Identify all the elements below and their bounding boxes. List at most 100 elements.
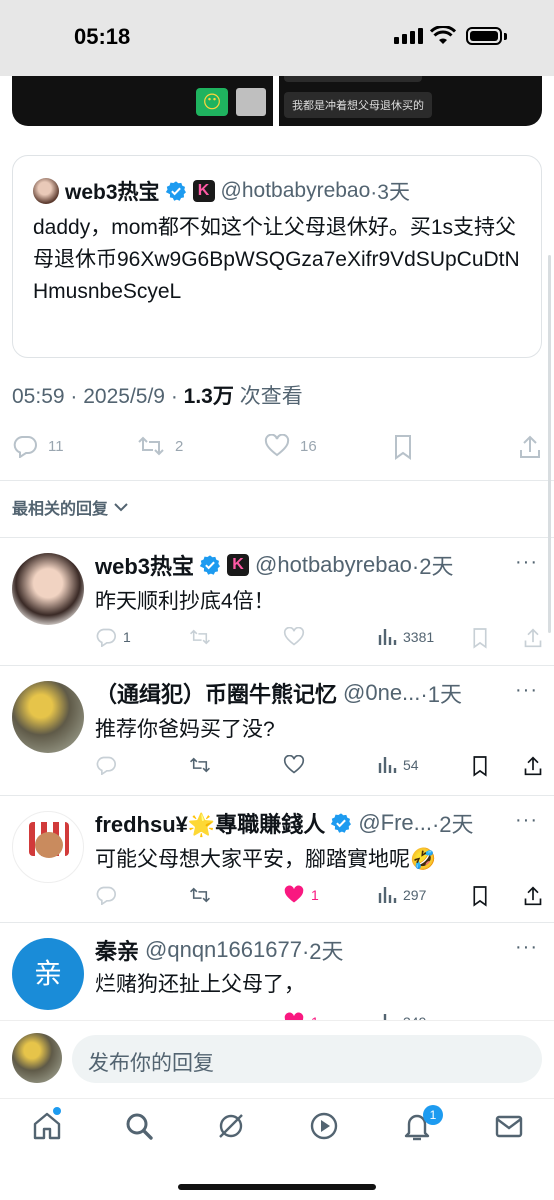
heart-icon — [264, 434, 290, 457]
views-button[interactable]: 54 — [377, 755, 419, 775]
reply-icon — [13, 436, 37, 458]
battery-icon — [466, 27, 502, 45]
share-button[interactable] — [523, 627, 543, 649]
verified-badge-icon — [199, 555, 221, 575]
analytics-icon — [378, 757, 397, 773]
share-icon — [524, 886, 542, 906]
search-icon[interactable] — [122, 1109, 156, 1143]
share-button[interactable] — [523, 885, 543, 907]
sort-replies-dropdown[interactable]: 最相关的回复 — [12, 495, 130, 519]
reply-button[interactable]: 11 — [12, 434, 64, 458]
notification-badge: 1 — [423, 1105, 443, 1125]
reply-icon — [96, 756, 116, 775]
tweet-media[interactable]: 😶 我都是冲着想父母退休买的 — [12, 76, 542, 126]
cellular-signal-icon — [394, 28, 423, 44]
retweet-button[interactable] — [189, 755, 211, 775]
bookmark-icon — [473, 886, 487, 907]
reply-input[interactable]: 发布你的回复 — [72, 1035, 542, 1083]
reply-text: 可能父母想大家平安，腳踏實地呢🤣 — [95, 848, 437, 871]
author-name[interactable]: （通缉犯）币圈牛熊记忆 — [95, 677, 337, 709]
bookmark-button[interactable] — [471, 885, 489, 907]
reply-button[interactable] — [95, 755, 117, 775]
grok-icon[interactable] — [214, 1109, 248, 1143]
quoted-tweet[interactable]: web3热宝 K @hotbabyrebao ·3天 daddy，mom都不如这… — [12, 155, 542, 358]
like-button[interactable]: 1 — [283, 885, 319, 905]
reply-text: 昨天顺利抄底4倍！ — [95, 590, 275, 613]
view-count: 3381 — [403, 629, 435, 645]
bookmark-button[interactable] — [471, 755, 489, 777]
retweet-icon — [190, 629, 210, 645]
like-button[interactable]: 16 — [264, 434, 317, 458]
heart-filled-icon — [284, 885, 304, 903]
reply-text: 推荐你爸妈买了没? — [95, 718, 275, 741]
author-name[interactable]: web3热宝 — [95, 549, 194, 581]
scrollbar[interactable] — [548, 255, 551, 633]
bookmark-button[interactable] — [392, 434, 414, 460]
avatar[interactable]: 亲 — [12, 938, 84, 1010]
status-bar: 05:18 — [0, 0, 554, 76]
share-icon — [524, 756, 542, 776]
more-options-icon[interactable]: ··· — [515, 936, 538, 959]
heart-icon — [283, 755, 305, 774]
emoji-image: 😶 — [196, 88, 228, 116]
bookmark-button[interactable] — [471, 627, 489, 649]
author-handle[interactable]: @0ne... — [343, 680, 420, 706]
author-handle[interactable]: @hotbabyrebao — [221, 179, 371, 203]
more-options-icon[interactable]: ··· — [515, 809, 538, 832]
sort-label: 最相关的回复 — [12, 501, 109, 518]
share-icon — [520, 435, 540, 458]
home-indicator — [178, 1184, 376, 1190]
author-name[interactable]: 秦亲 — [95, 934, 139, 966]
quoted-tweet-header: web3热宝 K @hotbabyrebao ·3天 — [33, 176, 410, 206]
reply-button[interactable]: 1 — [95, 627, 131, 647]
author-name[interactable]: web3热宝 — [65, 176, 160, 206]
views-button[interactable]: 3381 — [377, 627, 434, 647]
reply-button[interactable] — [95, 885, 117, 905]
view-count[interactable]: 1.3万 — [184, 385, 234, 408]
like-count: 16 — [300, 437, 317, 455]
like-button[interactable] — [283, 755, 305, 775]
post-age: ·2天 — [411, 554, 454, 579]
view-count: 297 — [403, 887, 427, 903]
chat-avatar-image — [236, 88, 266, 116]
avatar[interactable] — [12, 811, 84, 883]
author-name[interactable]: fredhsu¥🌟專職賺錢人 — [95, 807, 325, 839]
avatar[interactable] — [12, 1033, 62, 1083]
reply-composer: 发布你的回复 — [0, 1020, 554, 1098]
bookmark-icon — [473, 628, 487, 649]
video-icon[interactable] — [307, 1109, 341, 1143]
author-handle[interactable]: @hotbabyrebao — [255, 552, 412, 578]
author-handle[interactable]: @qnqn1661677 — [145, 937, 302, 963]
chevron-down-icon — [114, 503, 128, 512]
like-count: 1 — [311, 887, 319, 903]
status-time: 05:18 — [74, 24, 131, 49]
tweet-time: 05:59 — [12, 385, 65, 408]
avatar[interactable] — [12, 553, 84, 625]
more-options-icon[interactable]: ··· — [515, 679, 538, 702]
post-age: ·2天 — [431, 812, 474, 837]
retweet-button[interactable]: 2 — [137, 434, 183, 458]
like-button[interactable] — [283, 627, 305, 647]
tweet-meta: 05:59 · 2025/5/9 · 1.3万 次查看 — [12, 385, 303, 408]
quoted-tweet-text: daddy，mom都不如这个让父母退休好。买1s支持父母退休币96Xw9G6Bp… — [33, 216, 520, 303]
share-button[interactable] — [518, 434, 542, 460]
tweet-date: 2025/5/9 — [83, 385, 165, 408]
more-options-icon[interactable]: ··· — [515, 551, 538, 574]
avatar[interactable] — [12, 681, 84, 753]
retweet-icon — [190, 757, 210, 773]
avatar[interactable] — [33, 178, 59, 204]
bookmark-icon — [395, 435, 411, 460]
messages-icon[interactable] — [492, 1109, 526, 1143]
reply-count: 11 — [48, 437, 64, 455]
view-count: 54 — [403, 757, 419, 773]
retweet-count: 2 — [175, 437, 184, 455]
views-button[interactable]: 297 — [377, 885, 426, 905]
affiliate-badge-icon: K — [227, 554, 250, 576]
post-age: ·2天 — [301, 939, 344, 964]
tweet-actions: 11 2 16 — [12, 428, 542, 468]
chat-bubble: 我都是冲着想父母退休买的 — [284, 92, 432, 118]
author-handle[interactable]: @Fre... — [358, 810, 432, 836]
retweet-button[interactable] — [189, 627, 211, 647]
retweet-button[interactable] — [189, 885, 211, 905]
share-button[interactable] — [523, 755, 543, 777]
